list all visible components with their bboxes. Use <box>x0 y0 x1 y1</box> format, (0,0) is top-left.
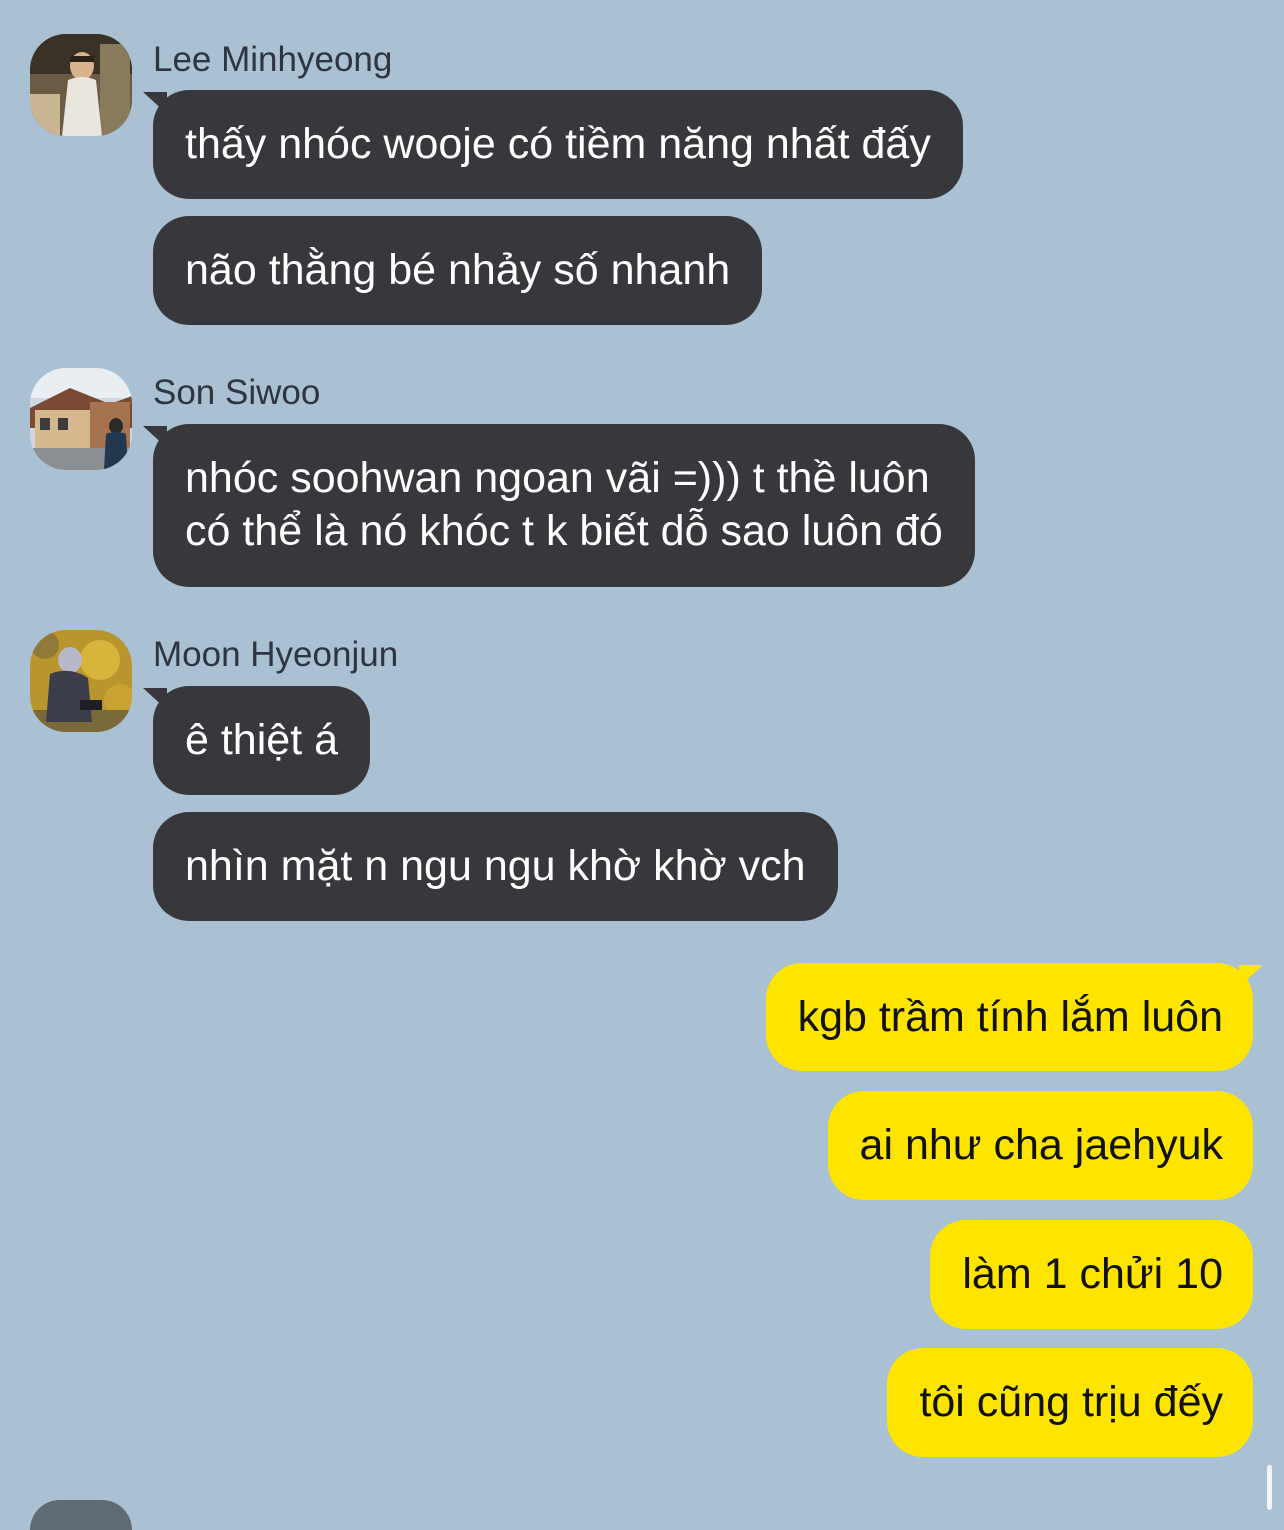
scroll-indicator[interactable] <box>1267 1465 1272 1510</box>
message-text: nhìn mặt n ngu ngu khờ khờ vch <box>185 842 806 890</box>
incoming-message-bubble[interactable]: thấy nhóc wooje có tiềm năng nhất đấy <box>143 90 963 199</box>
message-text: kgb trầm tính lắm luôn <box>797 993 1223 1041</box>
avatar-moon-hyeonjun[interactable] <box>30 630 132 732</box>
incoming-message-bubble[interactable]: nhóc soohwan ngoan vãi =))) t thề luôn c… <box>143 424 975 587</box>
bubble-tail <box>143 92 167 114</box>
autumn-photo-avatar-icon <box>30 630 132 732</box>
avatar-son-siwoo[interactable] <box>30 368 132 470</box>
chat-view[interactable]: Lee Minhyeong thấy nhóc wooje có tiềm nă… <box>0 0 1284 1530</box>
person-photo-avatar-icon <box>30 34 132 136</box>
outgoing-message-bubble[interactable]: ai như cha jaehyuk <box>827 1091 1253 1200</box>
message-text: não thằng bé nhảy số nhanh <box>185 246 731 294</box>
bubble-tail <box>143 426 167 448</box>
bubble-tail <box>1239 965 1263 987</box>
message-text: ai như cha jaehyuk <box>859 1121 1223 1169</box>
sender-name: Son Siwoo <box>153 373 321 412</box>
outgoing-message-bubble[interactable]: kgb trầm tính lắm luôn <box>765 963 1263 1071</box>
bubble-tail <box>143 688 167 710</box>
avatar-partial[interactable] <box>30 1500 132 1530</box>
outgoing-message-bubble[interactable]: tôi cũng trịu đếy <box>887 1348 1253 1457</box>
street-photo-avatar-icon <box>30 368 132 470</box>
incoming-message-bubble[interactable]: ê thiệt á <box>143 686 370 795</box>
message-text: làm 1 chửi 10 <box>962 1250 1223 1298</box>
avatar-lee-minhyeong[interactable] <box>30 34 132 136</box>
outgoing-message-bubble[interactable]: làm 1 chửi 10 <box>930 1220 1253 1329</box>
message-text: nhóc soohwan ngoan vãi =))) t thề luôn c… <box>185 454 943 555</box>
message-text: tôi cũng trịu đếy <box>919 1378 1223 1426</box>
message-text: thấy nhóc wooje có tiềm năng nhất đấy <box>185 120 931 168</box>
incoming-message-bubble[interactable]: nhìn mặt n ngu ngu khờ khờ vch <box>153 812 838 921</box>
sender-name: Lee Minhyeong <box>153 40 393 79</box>
message-text: ê thiệt á <box>185 716 338 764</box>
sender-name: Moon Hyeonjun <box>153 635 399 674</box>
incoming-message-bubble[interactable]: não thằng bé nhảy số nhanh <box>153 216 763 325</box>
